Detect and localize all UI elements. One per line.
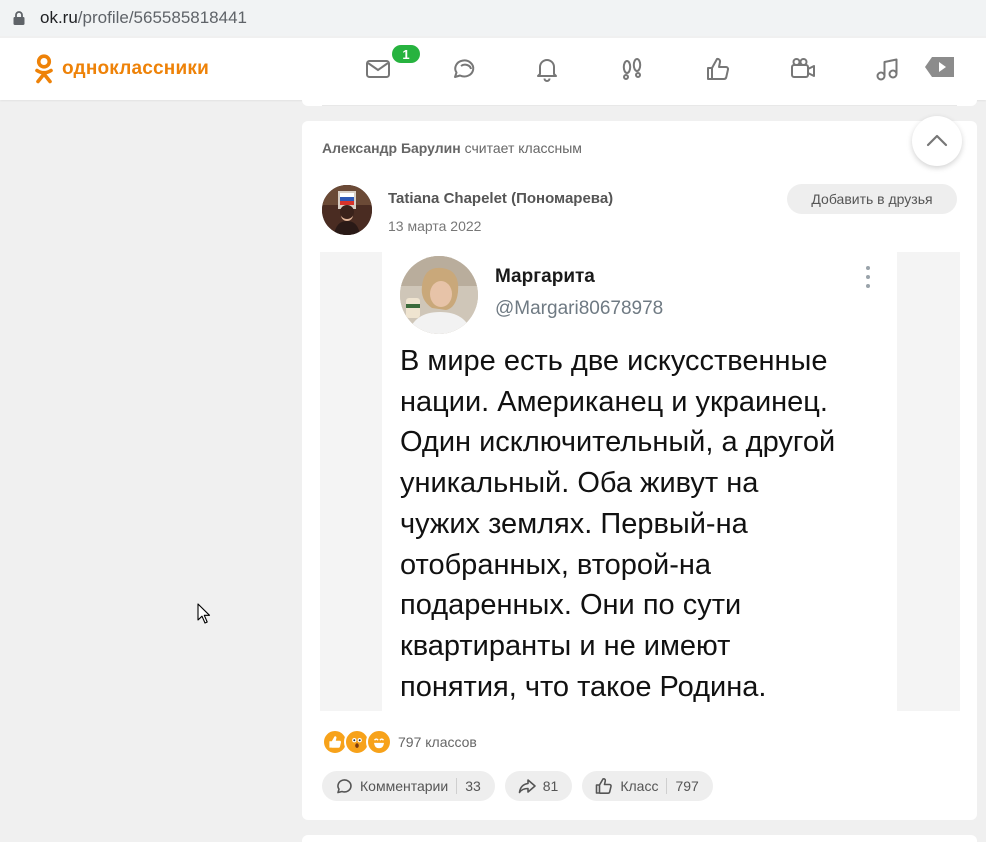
thumbs-up-outline-icon bbox=[596, 778, 613, 794]
chevron-up-icon bbox=[926, 134, 948, 147]
site-header: одноклассники bbox=[0, 38, 986, 100]
messages-badge: 1 bbox=[392, 45, 420, 63]
tweet-text-line: понятия, что такое Родина. bbox=[400, 670, 767, 703]
reactions-summary[interactable]: 797 классов bbox=[322, 728, 477, 756]
comment-icon bbox=[337, 779, 352, 794]
reactions-count[interactable]: 797 классов bbox=[398, 734, 477, 750]
previous-feed-card bbox=[302, 100, 977, 106]
tweet-text-line: В мире есть две искусственные bbox=[400, 345, 828, 377]
discussions-icon[interactable] bbox=[448, 54, 478, 84]
tweet-text-line: чужих землях. Первый-на bbox=[400, 507, 748, 540]
comments-label: Комментарии bbox=[360, 778, 449, 794]
post-image[interactable]: Маргарита @Margari80678978 В мире есть д… bbox=[320, 252, 960, 711]
mouse-cursor-icon bbox=[197, 603, 211, 624]
tweet-text: В мире есть две искусственные нации. Аме… bbox=[400, 341, 894, 707]
bell-icon[interactable] bbox=[532, 54, 562, 84]
likes-icon[interactable] bbox=[703, 54, 733, 84]
post-date[interactable]: 13 марта 2022 bbox=[388, 218, 481, 234]
music-icon[interactable] bbox=[872, 54, 902, 84]
tweet-avatar bbox=[400, 256, 478, 334]
tweet-author-handle: @Margari80678978 bbox=[495, 298, 664, 319]
class-like-button[interactable]: Класс 797 bbox=[582, 771, 713, 801]
tweet-screenshot: Маргарита @Margari80678978 В мире есть д… bbox=[382, 252, 897, 711]
feed-activity-line: Александр Барулин считает классным bbox=[322, 140, 582, 156]
activity-text: считает классным bbox=[464, 140, 582, 156]
class-count: 797 bbox=[675, 778, 699, 794]
laugh-icon bbox=[366, 729, 392, 755]
logo-text: одноклассники bbox=[62, 58, 209, 79]
ok-logo[interactable]: одноклассники bbox=[34, 54, 209, 84]
tweet-text-line: уникальный. Оба живут на bbox=[400, 467, 759, 500]
add-friend-button[interactable]: Добавить в друзья bbox=[787, 184, 957, 214]
tweet-author-name: Маргарита bbox=[495, 266, 595, 287]
guests-icon[interactable] bbox=[617, 54, 647, 84]
tweet-text-line: подаренных. Они по сути bbox=[400, 589, 742, 622]
tweet-text-line: Один исключительный, а другой bbox=[400, 426, 836, 459]
share-arrow-icon bbox=[518, 779, 536, 794]
tweet-text-line: нации. Американец и украинец. bbox=[400, 385, 828, 418]
tweet-text-line: отобранных, второй-на bbox=[400, 548, 712, 581]
class-label: Класс bbox=[620, 778, 659, 794]
lock-icon[interactable] bbox=[12, 10, 26, 26]
more-vertical-icon bbox=[864, 266, 872, 288]
url-host: ok.ru bbox=[40, 8, 78, 27]
ok-logo-icon bbox=[35, 54, 53, 84]
author-avatar[interactable] bbox=[322, 185, 372, 235]
share-button[interactable]: 81 bbox=[504, 771, 573, 801]
video-play-icon[interactable] bbox=[922, 52, 956, 82]
url-text: ok.ru/profile/565585818441 bbox=[40, 8, 247, 28]
scroll-to-top-button[interactable] bbox=[912, 116, 962, 166]
url-path: /profile/565585818441 bbox=[77, 8, 247, 27]
feed-card: Александр Барулин считает классным Tatia… bbox=[302, 121, 977, 820]
comments-button[interactable]: Комментарии 33 bbox=[322, 771, 495, 801]
post-actions: Комментарии 33 81 Класс 797 bbox=[322, 771, 713, 801]
video-camera-icon[interactable] bbox=[788, 54, 818, 84]
author-name-link[interactable]: Tatiana Chapelet (Пономарева) bbox=[388, 190, 613, 207]
mail-icon[interactable] bbox=[363, 54, 393, 84]
next-feed-card bbox=[302, 835, 977, 842]
comments-count: 33 bbox=[465, 778, 481, 794]
tweet-text-line: квартиранты и не имеют bbox=[400, 629, 731, 662]
url-field[interactable]: ok.ru/profile/565585818441 bbox=[0, 0, 986, 36]
actor-name-link[interactable]: Александр Барулин bbox=[322, 140, 461, 156]
browser-address-bar: ok.ru/profile/565585818441 bbox=[0, 0, 986, 36]
shares-count: 81 bbox=[542, 778, 559, 794]
